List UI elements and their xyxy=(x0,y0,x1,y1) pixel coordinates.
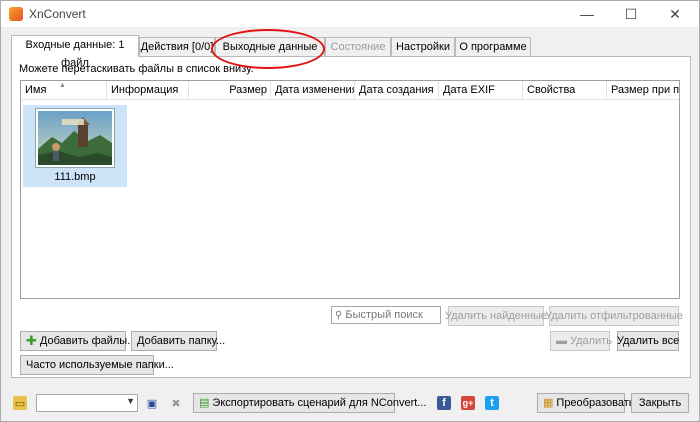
twitter-icon[interactable]: t xyxy=(485,396,499,410)
maximize-button[interactable]: ☐ xyxy=(609,1,653,27)
delete-button[interactable]: ▬ Удалить xyxy=(550,331,612,351)
tab-output[interactable]: Выходные данные xyxy=(215,37,325,57)
file-list[interactable]: ▲ Имя Информация Размер Дата изменения Д… xyxy=(20,80,680,299)
add-plus-icon: ✚ xyxy=(26,333,37,348)
frequent-folders-button[interactable]: Часто используемые папки... xyxy=(20,355,174,375)
tab-input[interactable]: Входные данные: 1 файл xyxy=(11,35,139,69)
delete-found-button[interactable]: Удалить найденные xyxy=(445,306,547,326)
search-icon: ⚲ xyxy=(335,310,343,321)
file-item[interactable]: 111.bmp xyxy=(23,105,127,187)
facebook-icon[interactable]: f xyxy=(437,396,451,410)
convert-button[interactable]: ▦ Преобразовать xyxy=(537,393,634,413)
column-header: ▲ Имя Информация Размер Дата изменения Д… xyxy=(21,81,679,100)
file-thumbnail xyxy=(36,109,114,167)
tab-settings[interactable]: Настройки xyxy=(391,37,455,57)
delete-all-button[interactable]: Удалить все xyxy=(617,331,679,351)
thumbnail-image xyxy=(38,111,112,165)
column-modified[interactable]: Дата изменения xyxy=(271,81,355,100)
column-info[interactable]: Информация xyxy=(107,81,189,100)
google-plus-icon[interactable]: g+ xyxy=(461,396,475,410)
open-folder-icon[interactable]: ▭ xyxy=(13,396,27,410)
add-files-button[interactable]: ✚ Добавить файлы... xyxy=(20,331,136,351)
minimize-button[interactable]: — xyxy=(565,1,609,27)
column-created[interactable]: Дата создания xyxy=(355,81,439,100)
delete-filtered-button[interactable]: Удалить отфильтрованные xyxy=(545,306,683,326)
delete-preset-icon[interactable]: ✖ xyxy=(169,396,183,410)
tab-actions[interactable]: Действия [0/0] xyxy=(139,37,215,57)
convert-icon: ▦ xyxy=(543,397,554,409)
quick-search-input[interactable]: ⚲ Быстрый поиск xyxy=(331,306,441,324)
close-button[interactable]: Закрыть xyxy=(631,393,689,413)
column-print-size[interactable]: Размер при печ xyxy=(607,81,679,100)
xnconvert-logo-icon xyxy=(9,7,23,21)
chevron-down-icon: ▼ xyxy=(126,396,135,406)
file-name: 111.bmp xyxy=(54,171,96,183)
column-properties[interactable]: Свойства xyxy=(523,81,607,100)
drag-hint: Можете перетаскивать файлы в список вниз… xyxy=(19,63,254,75)
column-exif-date[interactable]: Дата EXIF xyxy=(439,81,523,100)
preset-select[interactable]: ▼ xyxy=(36,394,138,412)
column-name[interactable]: ▲ Имя xyxy=(21,81,107,100)
tab-status[interactable]: Состояние xyxy=(325,37,391,57)
save-icon[interactable]: ▣ xyxy=(145,396,159,410)
column-size[interactable]: Размер xyxy=(189,81,271,100)
sort-up-icon: ▲ xyxy=(59,82,66,89)
export-script-button[interactable]: ▤ Экспортировать сценарий для NConvert..… xyxy=(193,393,426,413)
window-title: XnConvert xyxy=(29,7,86,21)
minus-icon: ▬ xyxy=(556,335,567,347)
tab-about[interactable]: О программе xyxy=(455,37,531,57)
export-icon: ▤ xyxy=(199,397,210,409)
add-folder-button[interactable]: Добавить папку... xyxy=(131,331,225,351)
close-window-button[interactable]: ✕ xyxy=(653,1,697,27)
app-window: XnConvert — ☐ ✕ Входные данные: 1 файл Д… xyxy=(0,0,700,422)
title-bar: XnConvert — ☐ ✕ xyxy=(1,1,699,27)
